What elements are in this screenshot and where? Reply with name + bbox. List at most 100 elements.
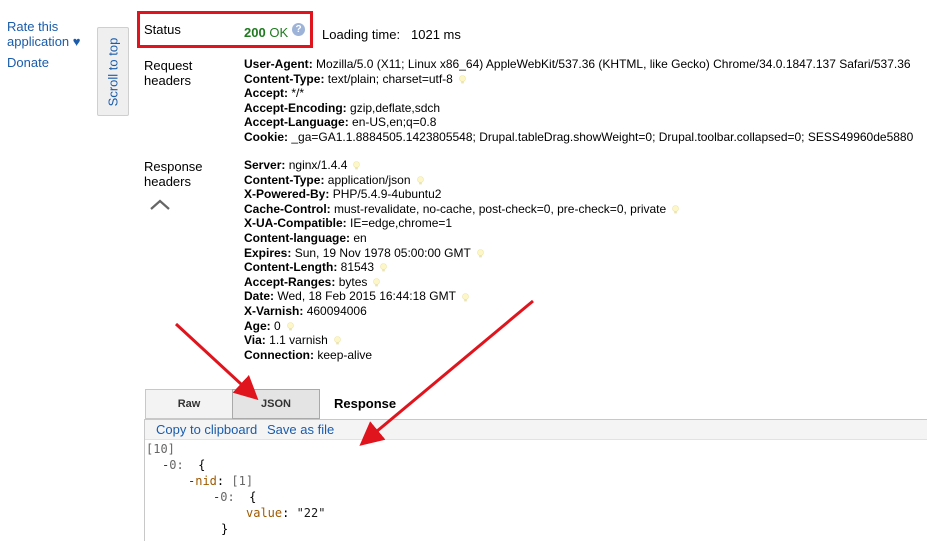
response-header-name: Date bbox=[244, 289, 271, 304]
header-colon: : bbox=[261, 333, 266, 348]
header-colon: : bbox=[342, 216, 347, 231]
header-colon: : bbox=[320, 172, 325, 187]
lightbulb-icon[interactable] bbox=[286, 322, 294, 331]
header-colon: : bbox=[287, 245, 292, 260]
request-header-name: User-Agent bbox=[244, 57, 309, 71]
arrow-to-json-tab bbox=[174, 322, 259, 401]
response-header-name: Connection bbox=[244, 347, 310, 362]
response-header-row: Server: nginx/1.4.4 bbox=[244, 158, 927, 173]
json-nid-item-0[interactable]: -0: { bbox=[213, 489, 256, 505]
scroll-to-top-label: Scroll to top bbox=[105, 37, 121, 106]
response-header-value: nginx/1.4.4 bbox=[288, 158, 348, 172]
request-header-row: Accept-Encoding: gzip,deflate,sdch bbox=[244, 101, 927, 116]
request-header-value: Mozilla/5.0 (X11; Linux x86_64) AppleWeb… bbox=[316, 57, 911, 71]
lightbulb-icon[interactable] bbox=[462, 292, 469, 302]
response-header-row: X-Powered-By: PHP/5.4.9-4ubuntu2 bbox=[244, 187, 927, 202]
lightbulb-icon[interactable] bbox=[334, 336, 341, 345]
response-header-row: Accept-Ranges: bytes bbox=[244, 275, 927, 290]
chevron-up-icon[interactable] bbox=[149, 198, 171, 210]
header-colon: : bbox=[346, 230, 350, 245]
response-header-value: 81543 bbox=[340, 260, 375, 275]
response-header-row: Connection: keep-alive bbox=[244, 348, 927, 363]
json-key-nid[interactable]: -nid: [1] bbox=[188, 473, 253, 489]
json-close-brace: } bbox=[221, 522, 229, 536]
status-text: OK bbox=[269, 25, 289, 40]
response-header-name: X-UA-Compatible bbox=[244, 216, 343, 231]
response-body: Copy to clipboard Save as file [10] -0: … bbox=[144, 419, 927, 541]
response-header-value: en bbox=[353, 230, 367, 245]
response-header-name: Expires bbox=[244, 245, 288, 260]
response-header-value: 1.1 varnish bbox=[269, 333, 328, 348]
response-header-row: Expires: Sun, 19 Nov 1978 05:00:00 GMT bbox=[244, 246, 927, 261]
response-header-value: IE=edge,chrome=1 bbox=[350, 216, 453, 231]
lightbulb-icon[interactable] bbox=[477, 249, 484, 258]
request-header-name: Accept bbox=[244, 86, 285, 101]
response-header-name: Server bbox=[244, 158, 282, 172]
response-headers-label-line1: Response bbox=[144, 159, 203, 174]
scroll-to-top-button[interactable]: Scroll to top bbox=[97, 27, 129, 116]
header-colon: : bbox=[284, 129, 289, 144]
request-headers-label-line1: Request bbox=[144, 58, 193, 73]
lightbulb-icon[interactable] bbox=[380, 263, 387, 272]
question-icon[interactable]: ? bbox=[292, 23, 305, 36]
header-colon: : bbox=[333, 260, 338, 275]
response-header-name: Accept-Ranges bbox=[244, 274, 332, 289]
header-colon: : bbox=[320, 71, 325, 86]
request-header-value: _ga=GA1.1.8884505.1423805548; Drupal.tab… bbox=[291, 129, 914, 144]
header-colon: : bbox=[342, 100, 347, 115]
json-item-0[interactable]: -0: { bbox=[162, 457, 205, 473]
json-array-count: [10] bbox=[146, 442, 175, 456]
status-value: 200 OK bbox=[244, 25, 288, 40]
sidebar: Rate this application ♥ Donate bbox=[7, 19, 97, 70]
request-header-row: User-Agent: Mozilla/5.0 (X11; Linux x86_… bbox=[244, 57, 927, 72]
request-header-name: Cookie bbox=[244, 129, 285, 144]
header-colon: : bbox=[325, 187, 330, 202]
request-header-name: Content-Type bbox=[244, 71, 321, 86]
lightbulb-icon[interactable] bbox=[353, 161, 361, 170]
request-header-name: Accept-Encoding bbox=[244, 100, 343, 115]
donate-link[interactable]: Donate bbox=[7, 55, 97, 70]
lightbulb-icon[interactable] bbox=[459, 75, 466, 84]
rate-app-link[interactable]: Rate this application ♥ bbox=[7, 19, 97, 49]
response-header-value: keep-alive bbox=[317, 347, 373, 362]
header-colon: : bbox=[284, 86, 289, 101]
request-headers-list: User-Agent: Mozilla/5.0 (X11; Linux x86_… bbox=[244, 57, 927, 145]
copy-to-clipboard-link[interactable]: Copy to clipboard bbox=[156, 422, 257, 437]
response-header-name: Content-Length bbox=[244, 260, 334, 275]
request-header-row: Content-Type: text/plain; charset=utf-8 bbox=[244, 72, 927, 87]
response-header-row: Content-Length: 81543 bbox=[244, 260, 927, 275]
response-header-value: must-revalidate, no-cache, post-check=0,… bbox=[334, 201, 667, 216]
response-header-row: X-UA-Compatible: IE=edge,chrome=1 bbox=[244, 216, 927, 231]
tab-raw[interactable]: Raw bbox=[145, 389, 233, 419]
header-colon: : bbox=[308, 57, 313, 71]
lightbulb-icon[interactable] bbox=[672, 205, 679, 214]
header-colon: : bbox=[266, 318, 271, 333]
header-colon: : bbox=[326, 201, 331, 216]
response-header-row: X-Varnish: 460094006 bbox=[244, 304, 927, 319]
loading-time-value: 1021 ms bbox=[411, 27, 461, 42]
response-header-value: 0 bbox=[274, 318, 281, 333]
response-headers-list: Server: nginx/1.4.4 Content-Type: applica… bbox=[244, 158, 927, 362]
header-colon: : bbox=[281, 158, 286, 172]
response-header-name: Cache-Control bbox=[244, 201, 327, 216]
response-header-name: Content-Type bbox=[244, 172, 321, 187]
response-header-row: Date: Wed, 18 Feb 2015 16:44:18 GMT bbox=[244, 289, 927, 304]
response-headers-label-line2: headers bbox=[144, 174, 191, 189]
request-header-value: */* bbox=[291, 86, 305, 101]
response-header-row: Cache-Control: must-revalidate, no-cache… bbox=[244, 202, 927, 217]
response-header-value: Wed, 18 Feb 2015 16:44:18 GMT bbox=[277, 289, 456, 304]
status-label: Status bbox=[144, 22, 181, 37]
tab-json[interactable]: JSON bbox=[232, 389, 320, 419]
header-colon: : bbox=[310, 347, 314, 362]
response-header-name: Content-language bbox=[244, 230, 346, 245]
request-headers-label-line2: headers bbox=[144, 73, 191, 88]
response-header-row: Content-language: en bbox=[244, 231, 927, 246]
response-header-value: Sun, 19 Nov 1978 05:00:00 GMT bbox=[294, 245, 471, 260]
save-as-file-link[interactable]: Save as file bbox=[267, 422, 334, 437]
request-header-row: Accept-Language: en-US,en;q=0.8 bbox=[244, 115, 927, 130]
response-header-name: X-Powered-By bbox=[244, 187, 326, 202]
lightbulb-icon[interactable] bbox=[416, 176, 424, 185]
request-header-row: Cookie: _ga=GA1.1.8884505.1423805548; Dr… bbox=[244, 130, 927, 145]
lightbulb-icon[interactable] bbox=[373, 278, 381, 287]
response-tabs: Raw JSON Response bbox=[145, 389, 927, 419]
